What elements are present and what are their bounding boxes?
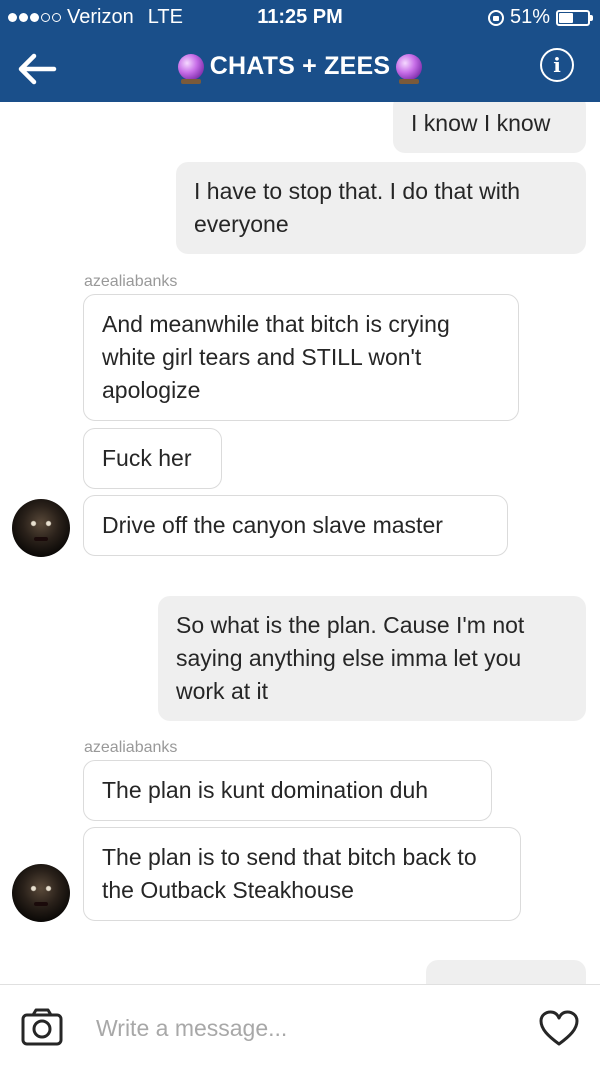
chat-title[interactable]: CHATS + ZEES: [0, 52, 600, 84]
message-bubble-partial[interactable]: [426, 960, 586, 984]
message-text: Fuck her: [102, 445, 192, 471]
message-bubble[interactable]: Fuck her: [83, 428, 222, 489]
message-input[interactable]: [94, 1005, 518, 1051]
message-text: I know I know: [411, 110, 551, 136]
crystal-ball-icon: [177, 53, 204, 84]
message-text: So what is the plan. Cause I'm not sayin…: [176, 612, 525, 704]
message-text: And meanwhile that bitch is crying white…: [102, 311, 450, 403]
message-text: Drive off the canyon slave master: [102, 512, 443, 538]
message-text: The plan is to send that bitch back to t…: [102, 844, 477, 903]
message-bubble[interactable]: Drive off the canyon slave master: [83, 495, 508, 556]
chat-title-text: CHATS + ZEES: [209, 52, 391, 80]
message-composer: [0, 984, 600, 1068]
nav-bar: CHATS + ZEES i: [0, 36, 600, 102]
camera-icon[interactable]: [20, 1007, 64, 1047]
message-bubble[interactable]: And meanwhile that bitch is crying white…: [83, 294, 519, 421]
battery-percent: 51%: [509, 6, 550, 28]
battery-icon: [556, 9, 593, 26]
avatar[interactable]: [12, 864, 70, 922]
info-icon[interactable]: i: [540, 48, 574, 82]
message-bubble[interactable]: So what is the plan. Cause I'm not sayin…: [158, 596, 586, 721]
crystal-ball-icon: [396, 53, 423, 84]
message-bubble[interactable]: I know I know: [393, 102, 586, 153]
message-text: I have to stop that. I do that with ever…: [194, 178, 521, 237]
message-text: The plan is kunt domination duh: [102, 777, 429, 803]
message-bubble[interactable]: I have to stop that. I do that with ever…: [176, 162, 586, 254]
battery-status: 51%: [487, 6, 593, 29]
heart-icon[interactable]: [538, 1009, 580, 1047]
sender-name: azealiabanks: [84, 739, 178, 756]
sender-name: azealiabanks: [84, 273, 178, 290]
rotation-lock-icon: [487, 9, 504, 26]
top-bar: Verizon LTE 11:25 PM 51% CHATS + ZEES i: [0, 0, 600, 102]
status-bar: Verizon LTE 11:25 PM 51%: [0, 0, 600, 36]
message-bubble[interactable]: The plan is kunt domination duh: [83, 760, 492, 821]
message-thread[interactable]: I know I know I have to stop that. I do …: [0, 102, 600, 984]
message-bubble[interactable]: The plan is to send that bitch back to t…: [83, 827, 521, 921]
avatar[interactable]: [12, 499, 70, 557]
